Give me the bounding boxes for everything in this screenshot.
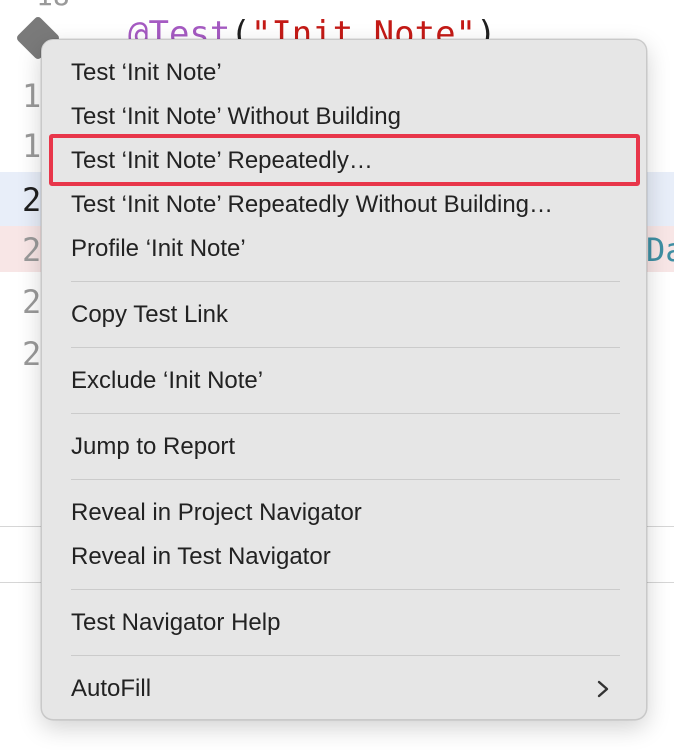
menu-item-reveal-in-test-navigator[interactable]: Reveal in Test Navigator: [51, 535, 637, 579]
line-number-current: 2: [22, 181, 42, 219]
context-menu: Test ‘Init Note’ Test ‘Init Note’ Withou…: [41, 39, 647, 720]
menu-item-test-repeatedly-without-building[interactable]: Test ‘Init Note’ Repeatedly Without Buil…: [51, 183, 637, 227]
menu-item-label: Profile ‘Init Note’: [71, 235, 246, 262]
line-number: 1: [22, 77, 42, 115]
menu-separator: [71, 655, 620, 656]
menu-separator: [71, 589, 620, 590]
menu-separator: [71, 347, 620, 348]
menu-separator: [71, 479, 620, 480]
menu-item-label: Copy Test Link: [71, 301, 228, 328]
menu-item-label: Test ‘Init Note’ Repeatedly…: [71, 147, 373, 174]
menu-item-test[interactable]: Test ‘Init Note’: [51, 51, 637, 95]
menu-item-reveal-in-project-navigator[interactable]: Reveal in Project Navigator: [51, 491, 637, 535]
chevron-right-icon: [597, 680, 609, 698]
menu-item-test-repeatedly[interactable]: Test ‘Init Note’ Repeatedly…: [51, 139, 637, 183]
menu-item-test-navigator-help[interactable]: Test Navigator Help: [51, 601, 637, 645]
menu-item-label: Test ‘Init Note’ Repeatedly Without Buil…: [71, 191, 554, 218]
line-number: 18: [36, 0, 70, 16]
code-type-fragment: Da: [646, 231, 674, 269]
line-number: 2: [22, 283, 42, 321]
menu-item-test-without-building[interactable]: Test ‘Init Note’ Without Building: [51, 95, 637, 139]
menu-item-jump-to-report[interactable]: Jump to Report: [51, 425, 637, 469]
line-number: 2: [22, 335, 42, 373]
menu-item-label: Jump to Report: [71, 433, 236, 460]
line-number: 1: [22, 127, 42, 165]
menu-item-label: Test ‘Init Note’: [71, 59, 222, 86]
menu-item-copy-test-link[interactable]: Copy Test Link: [51, 293, 637, 337]
menu-separator: [71, 281, 620, 282]
menu-item-label: Test Navigator Help: [71, 609, 281, 636]
menu-item-profile[interactable]: Profile ‘Init Note’: [51, 227, 637, 271]
menu-separator: [71, 413, 620, 414]
menu-item-label: AutoFill: [71, 675, 152, 702]
menu-item-autofill[interactable]: AutoFill: [51, 667, 637, 711]
menu-item-exclude[interactable]: Exclude ‘Init Note’: [51, 359, 637, 403]
menu-item-label: Test ‘Init Note’ Without Building: [71, 103, 401, 130]
menu-item-label: Exclude ‘Init Note’: [71, 367, 264, 394]
menu-item-label: Reveal in Project Navigator: [71, 499, 362, 526]
line-number: 2: [22, 231, 42, 269]
menu-item-label: Reveal in Test Navigator: [71, 543, 331, 570]
